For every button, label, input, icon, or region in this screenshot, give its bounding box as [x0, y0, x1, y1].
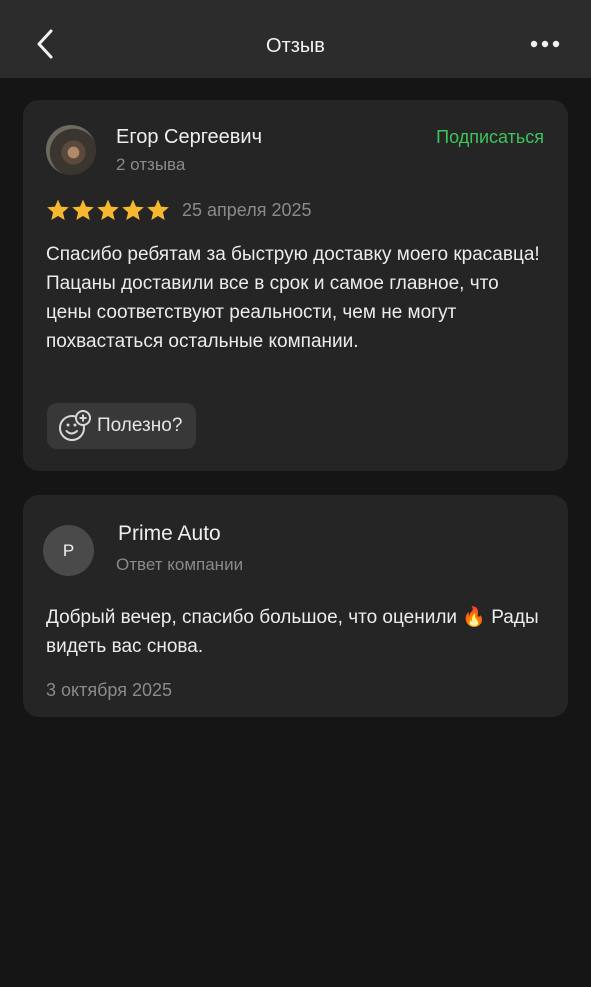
reply-text: Добрый вечер, спасибо большое, что оцени…: [46, 607, 539, 657]
smile-add-icon: [59, 410, 91, 441]
company-name[interactable]: Prime Auto: [118, 522, 221, 546]
star-icon: [122, 199, 144, 220]
company-reply-card: P Prime Auto Ответ компании Добрый вечер…: [23, 495, 568, 717]
avatar[interactable]: [46, 125, 96, 175]
author-review-count: 2 отзыва: [116, 155, 186, 174]
star-rating: [46, 198, 170, 222]
reply-date: 3 октября 2025: [46, 680, 172, 700]
more-options-button[interactable]: [527, 28, 563, 60]
company-reply-label: Ответ компании: [116, 555, 244, 574]
review-card: Егор Сергеевич 2 отзыва Подписаться 25 а…: [23, 100, 568, 471]
author-name[interactable]: Егор Сергеевич: [116, 126, 262, 149]
rating-row: 25 апреля 2025: [46, 198, 312, 222]
star-icon: [47, 199, 69, 220]
page-title: Отзыв: [266, 35, 325, 57]
more-horizontal-icon: [530, 40, 560, 48]
star-icon: [72, 199, 94, 220]
company-avatar[interactable]: P: [43, 525, 94, 576]
helpful-label: Полезно?: [97, 415, 183, 436]
star-icon: [97, 199, 119, 220]
top-bar: Отзыв: [0, 0, 591, 78]
star-icon: [147, 199, 169, 220]
review-text: Спасибо ребятам за быструю доставку моег…: [46, 244, 540, 352]
review-date: 25 апреля 2025: [182, 199, 312, 220]
helpful-button[interactable]: Полезно?: [47, 403, 197, 449]
subscribe-button[interactable]: Подписаться: [436, 127, 544, 148]
